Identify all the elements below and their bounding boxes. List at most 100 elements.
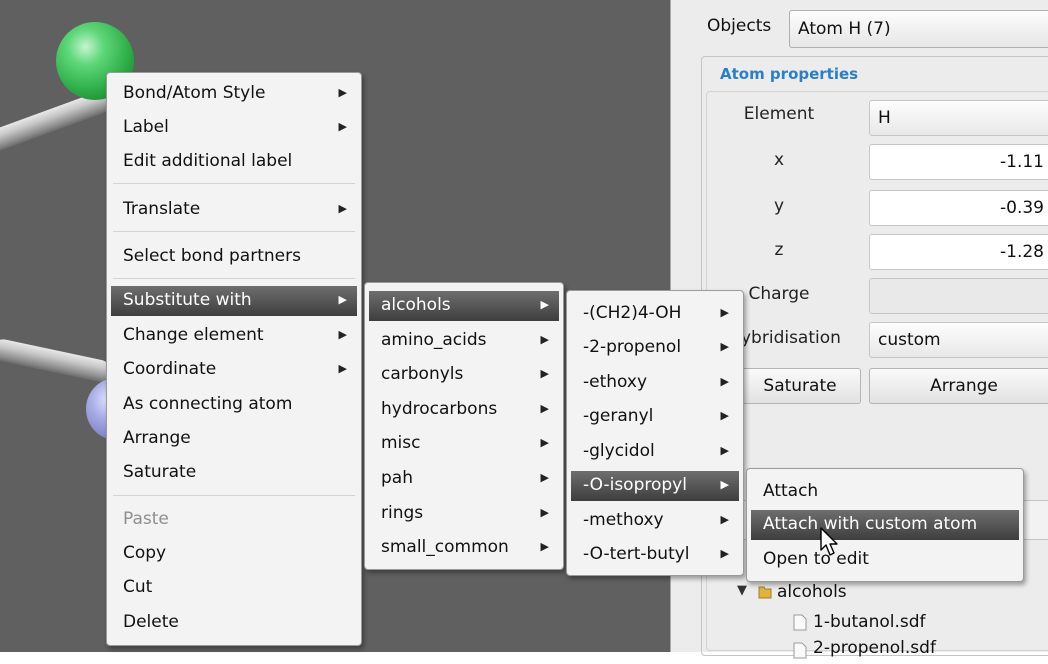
menu-item-label: pah bbox=[381, 468, 413, 488]
menu-item-attach-with-custom-atom[interactable]: Attach with custom atom bbox=[751, 510, 1019, 540]
hybridisation-select[interactable]: custom bbox=[869, 322, 1048, 358]
menu-item-label: -(CH2)4-OH bbox=[583, 303, 682, 323]
submenu-arrow-icon: ▶ bbox=[338, 362, 347, 375]
y-label: y bbox=[773, 196, 785, 216]
menu-item-label: Label bbox=[123, 117, 169, 137]
menu-item-copy[interactable]: Copy bbox=[111, 539, 357, 569]
menu-item-label: rings bbox=[381, 503, 424, 523]
menu-item-label: -O-tert-butyl bbox=[583, 544, 690, 564]
menu-item-label: Change element bbox=[123, 325, 264, 345]
submenu-arrow-icon: ▶ bbox=[540, 471, 549, 484]
menu-item-attach[interactable]: Attach bbox=[751, 477, 1019, 507]
menu-item-label: -methoxy bbox=[583, 510, 664, 530]
section-title: Atom properties bbox=[720, 65, 859, 83]
menu-item-as-connecting-atom[interactable]: As connecting atom bbox=[111, 390, 357, 420]
menu-item-edit-additional-label[interactable]: Edit additional label bbox=[111, 147, 357, 177]
z-field[interactable]: -1.28 bbox=[869, 234, 1048, 270]
menu-item-label: Substitute with bbox=[123, 290, 252, 310]
tree-file-2-propenol[interactable]: 2-propenol.sdf bbox=[813, 638, 936, 658]
file-icon bbox=[793, 614, 807, 636]
submenu-arrow-icon: ▶ bbox=[338, 202, 347, 215]
folder-icon bbox=[757, 584, 772, 599]
menu-separator bbox=[113, 231, 355, 232]
submenu-item-ch2-4-oh[interactable]: -(CH2)4-OH ▶ bbox=[571, 299, 739, 329]
submenu-arrow-icon: ▶ bbox=[338, 120, 347, 133]
menu-item-label: Bond/Atom Style bbox=[123, 83, 266, 103]
bond[interactable] bbox=[0, 337, 113, 384]
menu-item-label: Translate bbox=[123, 199, 201, 219]
objects-label: Objects bbox=[707, 16, 772, 36]
submenu-item-o-isopropyl[interactable]: -O-isopropyl ▶ bbox=[571, 471, 739, 501]
menu-item-bond-atom-style[interactable]: Bond/Atom Style ▶ bbox=[111, 79, 357, 109]
x-label: x bbox=[773, 150, 785, 170]
submenu-arrow-icon: ▶ bbox=[540, 402, 549, 415]
menu-item-label-submenu[interactable]: Label ▶ bbox=[111, 113, 357, 143]
submenu-item-methoxy[interactable]: -methoxy ▶ bbox=[571, 506, 739, 536]
arrange-button-label: Arrange bbox=[930, 376, 998, 396]
expand-arrow-icon[interactable]: ▼ bbox=[737, 583, 747, 598]
context-menu: Bond/Atom Style ▶ Label ▶ Edit additional … bbox=[106, 72, 362, 646]
charge-field[interactable] bbox=[869, 278, 1048, 314]
menu-item-label: -2-propenol bbox=[583, 337, 682, 357]
menu-item-saturate[interactable]: Saturate bbox=[111, 458, 357, 488]
submenu-arrow-icon: ▶ bbox=[720, 409, 729, 422]
submenu-item-alcohols[interactable]: alcohols ▶ bbox=[369, 291, 559, 321]
submenu-arrow-icon: ▶ bbox=[720, 478, 729, 491]
menu-item-label: Arrange bbox=[123, 428, 191, 448]
menu-item-label: -geranyl bbox=[583, 406, 654, 426]
menu-item-translate[interactable]: Translate ▶ bbox=[111, 195, 357, 225]
menu-item-label: amino_acids bbox=[381, 330, 487, 350]
saturate-button[interactable]: Saturate bbox=[739, 368, 861, 404]
submenu-arrow-icon: ▶ bbox=[540, 367, 549, 380]
menu-item-arrange[interactable]: Arrange bbox=[111, 424, 357, 454]
menu-item-label: Paste bbox=[123, 509, 169, 529]
tree-file-1-butanol[interactable]: 1-butanol.sdf bbox=[813, 612, 926, 632]
submenu-item-o-tert-butyl[interactable]: -O-tert-butyl ▶ bbox=[571, 540, 739, 570]
menu-item-delete[interactable]: Delete bbox=[111, 608, 357, 638]
submenu-arrow-icon: ▶ bbox=[720, 513, 729, 526]
tree-folder-alcohols[interactable]: alcohols bbox=[777, 582, 847, 602]
submenu-item-rings[interactable]: rings ▶ bbox=[369, 499, 559, 529]
submenu-item-carbonyls[interactable]: carbonyls ▶ bbox=[369, 360, 559, 390]
submenu-arrow-icon: ▶ bbox=[720, 547, 729, 560]
submenu-arrow-icon: ▶ bbox=[720, 306, 729, 319]
menu-separator bbox=[113, 183, 355, 184]
menu-item-cut[interactable]: Cut bbox=[111, 573, 357, 603]
x-value: -1.11 bbox=[1000, 152, 1044, 172]
submenu-arrow-icon: ▶ bbox=[338, 86, 347, 99]
objects-select[interactable]: Atom H (7) bbox=[789, 10, 1048, 48]
menu-item-substitute-with[interactable]: Substitute with ▶ bbox=[111, 286, 357, 316]
submenu-item-ethoxy[interactable]: -ethoxy ▶ bbox=[571, 368, 739, 398]
submenu-item-hydrocarbons[interactable]: hydrocarbons ▶ bbox=[369, 395, 559, 425]
menu-item-label: -glycidol bbox=[583, 441, 655, 461]
submenu-item-glycidol[interactable]: -glycidol ▶ bbox=[571, 437, 739, 467]
z-label: z bbox=[774, 240, 784, 260]
x-field[interactable]: -1.11 bbox=[869, 144, 1048, 180]
submenu-arrow-icon: ▶ bbox=[540, 540, 549, 553]
element-select[interactable]: H bbox=[869, 100, 1048, 136]
menu-item-change-element[interactable]: Change element ▶ bbox=[111, 321, 357, 351]
submenu-arrow-icon: ▶ bbox=[720, 375, 729, 388]
menu-item-label: -O-isopropyl bbox=[583, 475, 687, 495]
substitute-submenu: alcohols ▶ amino_acids ▶ carbonyls ▶ hydroc… bbox=[364, 282, 564, 570]
arrange-button[interactable]: Arrange bbox=[869, 368, 1048, 404]
submenu-arrow-icon: ▶ bbox=[338, 293, 347, 306]
submenu-item-geranyl[interactable]: -geranyl ▶ bbox=[571, 402, 739, 432]
menu-item-label: Copy bbox=[123, 543, 167, 563]
y-field[interactable]: -0.39 bbox=[869, 190, 1048, 226]
menu-item-open-to-edit[interactable]: Open to edit bbox=[751, 545, 1019, 575]
menu-item-label: Saturate bbox=[123, 462, 197, 482]
saturate-button-label: Saturate bbox=[763, 376, 837, 396]
menu-item-paste[interactable]: Paste bbox=[111, 505, 357, 535]
file-icon bbox=[793, 642, 807, 664]
submenu-item-amino-acids[interactable]: amino_acids ▶ bbox=[369, 326, 559, 356]
menu-item-select-bond-partners[interactable]: Select bond partners bbox=[111, 242, 357, 272]
menu-item-label: hydrocarbons bbox=[381, 399, 498, 419]
submenu-item-2-propenol[interactable]: -2-propenol ▶ bbox=[571, 333, 739, 363]
submenu-item-misc[interactable]: misc ▶ bbox=[369, 429, 559, 459]
submenu-item-pah[interactable]: pah ▶ bbox=[369, 464, 559, 494]
menu-item-label: Delete bbox=[123, 612, 179, 632]
menu-item-label: Select bond partners bbox=[123, 246, 301, 266]
submenu-item-small-common[interactable]: small_common ▶ bbox=[369, 533, 559, 563]
menu-item-coordinate[interactable]: Coordinate ▶ bbox=[111, 355, 357, 385]
